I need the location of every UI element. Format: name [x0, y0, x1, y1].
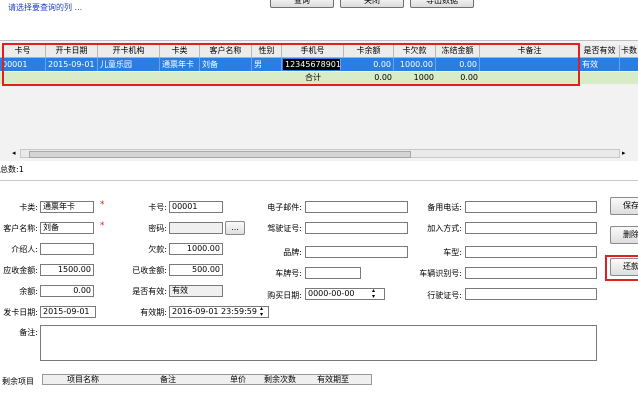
customer-label: 客户名称:	[3, 224, 38, 233]
buy-date-spinner-icon[interactable]: ▴ ▾	[372, 288, 375, 300]
horizontal-scrollbar[interactable]	[20, 149, 620, 158]
col-card-count[interactable]: 卡数	[620, 45, 638, 57]
delete-button[interactable]: 删除	[610, 226, 638, 244]
remaining-items-label: 剩余项目	[2, 377, 34, 386]
scrollbar-thumb[interactable]	[29, 151, 411, 158]
customer-field[interactable]: 刘备	[40, 222, 94, 234]
plate-field[interactable]	[305, 267, 361, 279]
card-type-field[interactable]: 通票年卡	[40, 201, 94, 213]
export-button[interactable]: 导出数据	[410, 0, 474, 8]
license-label: 驾驶证号:	[267, 224, 302, 233]
expire-field[interactable]: 2016-09-01 23:59:59	[169, 306, 269, 318]
drive-lic-field[interactable]	[465, 288, 597, 300]
drive-lic-label: 行驶证号:	[427, 291, 462, 300]
sub-col-price[interactable]: 单价	[223, 375, 253, 384]
vin-field[interactable]	[465, 267, 597, 279]
debt-field[interactable]: 1000.00	[169, 243, 223, 255]
valid-field[interactable]: 有效	[169, 285, 223, 297]
close-button[interactable]: 关闭	[340, 0, 404, 8]
license-field[interactable]	[305, 222, 408, 234]
brand-field[interactable]	[305, 246, 408, 258]
remark-textarea[interactable]	[40, 325, 597, 361]
debt-label: 欠款:	[148, 245, 167, 254]
query-button[interactable]: 查询	[270, 0, 334, 8]
join-field[interactable]	[465, 222, 597, 234]
divider	[0, 180, 638, 181]
balance-field[interactable]: 0.00	[40, 285, 94, 297]
buy-date-label: 购买日期:	[267, 291, 302, 300]
password-label: 密码:	[148, 224, 167, 233]
scroll-right-icon[interactable]: ▸	[622, 149, 626, 157]
issue-date-label: 发卡日期:	[3, 308, 38, 317]
brand-label: 品牌:	[283, 248, 302, 257]
email-field[interactable]	[305, 201, 408, 213]
card-no-field[interactable]: 00001	[169, 201, 223, 213]
card-no-label: 卡号:	[148, 203, 167, 212]
sub-col-remaining[interactable]: 剩余次数	[255, 375, 305, 384]
query-column-hint[interactable]: 请选择要查询的列 ...	[8, 2, 82, 13]
intro-label: 介绍人:	[11, 245, 38, 254]
save-button[interactable]: 保存	[610, 197, 638, 215]
backup-phone-field[interactable]	[465, 201, 597, 213]
repay-button[interactable]: 还款	[610, 258, 638, 276]
scroll-left-icon[interactable]: ◂	[12, 149, 16, 157]
vin-label: 车辆识别号:	[419, 269, 462, 278]
sub-col-name[interactable]: 项目名称	[53, 375, 113, 384]
required-icon: *	[100, 221, 105, 231]
sub-col-expire[interactable]: 有效期至	[308, 375, 358, 384]
remaining-items-header: 项目名称 备注 单价 剩余次数 有效期至	[42, 374, 372, 385]
plate-label: 车牌号:	[275, 269, 302, 278]
expire-label: 有效期:	[140, 308, 167, 317]
backup-phone-label: 备用电话:	[427, 203, 462, 212]
issue-date-field[interactable]: 2015-09-01	[40, 306, 96, 318]
cell-valid: 有效	[580, 58, 620, 71]
col-valid[interactable]: 是否有效	[580, 45, 620, 57]
join-label: 加入方式:	[427, 224, 462, 233]
received-field[interactable]: 500.00	[169, 264, 223, 276]
password-field[interactable]	[169, 222, 223, 234]
car-type-label: 车型:	[443, 248, 462, 257]
car-type-field[interactable]	[465, 246, 597, 258]
intro-field[interactable]	[40, 243, 94, 255]
balance-label: 余额:	[19, 287, 38, 296]
card-type-label: 卡类:	[19, 203, 38, 212]
expire-spinner-icon[interactable]: ▴ ▾	[260, 306, 263, 318]
required-icon: *	[100, 200, 105, 210]
total-count: 总数:1	[0, 165, 24, 174]
email-label: 电子邮件:	[267, 203, 302, 212]
sub-col-remark[interactable]: 备注	[138, 375, 198, 384]
highlight-box	[2, 43, 580, 86]
receivable-field[interactable]: 1500.00	[40, 264, 94, 276]
valid-label: 是否有效:	[132, 287, 167, 296]
password-browse-button[interactable]: ...	[225, 221, 245, 235]
remark-label: 备注:	[19, 328, 38, 337]
received-label: 已收金额:	[132, 266, 167, 275]
receivable-label: 应收金额:	[3, 266, 38, 275]
